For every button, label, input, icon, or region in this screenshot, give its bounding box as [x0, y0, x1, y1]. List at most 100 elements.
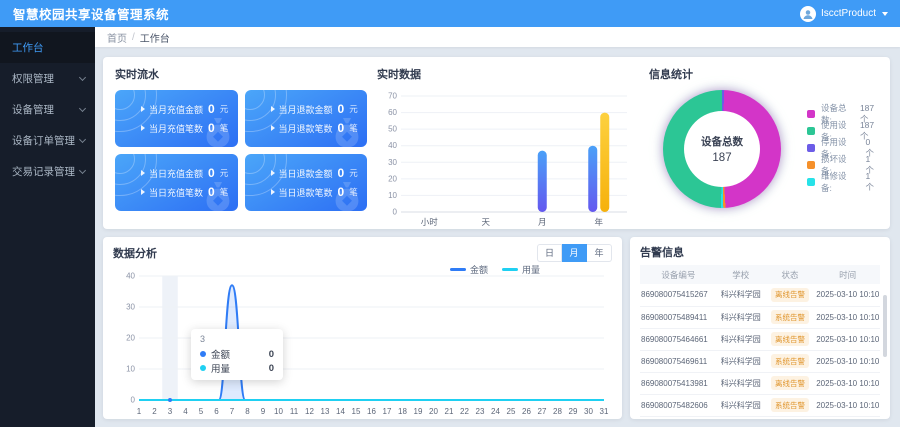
caret-right-icon — [141, 189, 145, 195]
time-cell: 2025-03-10 10:10:37 — [815, 328, 880, 350]
sidebar-item-label: 权限管理 — [12, 71, 54, 86]
svg-text:40: 40 — [388, 141, 397, 150]
tile-stat-label: 当日充值金额 — [149, 167, 203, 180]
tile-stat-row: 当月退款金额0元 — [271, 102, 368, 116]
tile-stat-unit: 元 — [349, 103, 358, 115]
period-tab-2[interactable]: 年 — [587, 244, 612, 262]
svg-text:50: 50 — [388, 125, 397, 134]
svg-text:40: 40 — [126, 272, 135, 281]
tooltip-label: 用量 — [211, 361, 230, 375]
analysis-line-chart: 0102030401234567891011121314151617181920… — [113, 262, 612, 423]
school-cell: 科兴科学园 — [717, 350, 765, 372]
tile-stat-row: 当日退款金额 0元 — [271, 166, 368, 180]
period-tab-0[interactable]: 日 — [537, 244, 562, 262]
tile-stat-row: 当月退款笔数0笔 — [271, 121, 368, 135]
svg-text:19: 19 — [414, 407, 423, 416]
svg-text:24: 24 — [491, 407, 500, 416]
svg-text:6: 6 — [214, 407, 219, 416]
tile-stat-row: 当日充值笔数0笔 — [141, 185, 238, 199]
status-badge: 离线告警 — [771, 288, 809, 302]
tile-stat-label: 当日充值笔数 — [149, 186, 203, 199]
svg-text:8: 8 — [245, 407, 250, 416]
period-tab-1[interactable]: 月 — [562, 244, 587, 262]
tooltip-row-1: 用量 0 — [200, 361, 274, 375]
tile-stat-row: 当日退款笔数0笔 — [271, 185, 368, 199]
alarm-row-0: 869080075415267科兴科学园离线告警2025-03-10 10:10… — [640, 284, 880, 306]
line-legend-item-1[interactable]: 用量 — [502, 263, 540, 276]
tile-stat-label: 当月退款金额 — [279, 103, 333, 116]
tile-stat-row: 当月充值笔数0笔 — [141, 121, 238, 135]
svg-text:31: 31 — [600, 407, 609, 416]
breadcrumb-home[interactable]: 首页 — [107, 30, 127, 45]
sidebar-item-4[interactable]: 交易记录管理 — [0, 156, 95, 187]
svg-text:年: 年 — [594, 217, 603, 227]
svg-text:26: 26 — [522, 407, 531, 416]
donut-center: 设备总数 187 — [684, 111, 760, 187]
tile-stat-value: 0 — [338, 166, 345, 180]
device-no-cell: 869080075469611 — [640, 350, 717, 372]
sidebar-item-label: 交易记录管理 — [12, 164, 75, 179]
user-menu[interactable]: IscctProduct — [800, 6, 888, 22]
stats-legend: 设备总数:187个使用设备:187个停用设备:0个损坏设备:1个维修设备:1个 — [807, 106, 878, 191]
time-cell: 2025-03-10 10:10:37 — [815, 372, 880, 394]
caret-right-icon — [141, 125, 145, 131]
alarm-row-1: 869080075489411科兴科学园系统告警2025-03-10 10:10… — [640, 306, 880, 328]
tile-stat-unit: 笔 — [220, 186, 229, 198]
alarm-row-5: 869080075482606科兴科学园系统告警2025-03-10 10:10… — [640, 394, 880, 416]
sidebar-item-1[interactable]: 权限管理 — [0, 63, 95, 94]
svg-text:13: 13 — [321, 407, 330, 416]
svg-text:10: 10 — [388, 191, 397, 200]
svg-text:0: 0 — [131, 396, 136, 405]
sidebar-item-0[interactable]: 工作台 — [0, 32, 95, 63]
school-cell: 科兴科学园 — [717, 284, 765, 306]
analysis-period-tabs: 日月年 — [537, 244, 612, 262]
chevron-down-icon — [79, 73, 86, 80]
status-cell: 离线告警 — [765, 372, 815, 394]
tile-stat-value: 0 — [338, 121, 345, 135]
svg-text:28: 28 — [553, 407, 562, 416]
legend-swatch — [807, 110, 815, 118]
device-no-cell: 869080075464661 — [640, 328, 717, 350]
tile-stat-unit: 笔 — [349, 122, 358, 134]
tooltip-title: 3 — [200, 334, 274, 344]
alarm-card: 告警信息 设备编号学校状态时间869080075415267科兴科学园离线告警2… — [630, 237, 890, 419]
sidebar-item-label: 设备管理 — [12, 102, 54, 117]
svg-text:27: 27 — [538, 407, 547, 416]
scrollbar-thumb[interactable] — [883, 295, 887, 357]
legend-value: 1个 — [865, 171, 878, 193]
svg-text:20: 20 — [388, 174, 397, 183]
legend-swatch — [807, 144, 815, 152]
svg-text:25: 25 — [507, 407, 516, 416]
alarm-row-3: 869080075469611科兴科学园系统告警2025-03-10 10:10… — [640, 350, 880, 372]
svg-text:月: 月 — [538, 217, 547, 227]
device-donut-chart: 设备总数 187 — [663, 90, 781, 208]
svg-text:22: 22 — [460, 407, 469, 416]
sidebar-item-3[interactable]: 设备订单管理 — [0, 125, 95, 156]
tile-stat-label: 当月充值金额 — [149, 103, 203, 116]
tile-stat-label: 当日退款笔数 — [279, 186, 333, 199]
flow-stat-tile-1: 当月退款金额0元当月退款笔数0笔 — [245, 90, 368, 147]
time-cell: 2025-03-10 10:10:37 — [815, 350, 880, 372]
svg-text:23: 23 — [476, 407, 485, 416]
sidebar-item-2[interactable]: 设备管理 — [0, 94, 95, 125]
tile-stat-value: 0 — [338, 185, 345, 199]
flow-tiles: 当月充值金额0元当月充值笔数0笔当月退款金额0元当月退款笔数0笔当日充值金额0元… — [115, 90, 367, 211]
tile-stat-unit: 元 — [349, 167, 358, 179]
analysis-title: 数据分析 — [113, 245, 157, 261]
legend-swatch — [807, 127, 815, 135]
svg-text:16: 16 — [367, 407, 376, 416]
svg-text:18: 18 — [398, 407, 407, 416]
svg-text:12: 12 — [305, 407, 314, 416]
tile-stat-unit: 元 — [220, 103, 229, 115]
tile-stat-row: 当月充值金额0元 — [141, 102, 238, 116]
svg-text:1: 1 — [137, 407, 142, 416]
legend-line-swatch — [450, 268, 466, 271]
svg-text:9: 9 — [261, 407, 266, 416]
breadcrumb-current: 工作台 — [140, 30, 170, 45]
tile-stat-label: 当日退款金额 — [279, 167, 333, 180]
tooltip-value: 0 — [269, 363, 274, 374]
caret-right-icon — [141, 170, 145, 176]
svg-text:2: 2 — [152, 407, 157, 416]
line-legend-item-0[interactable]: 金额 — [450, 263, 488, 276]
svg-text:7: 7 — [230, 407, 235, 416]
